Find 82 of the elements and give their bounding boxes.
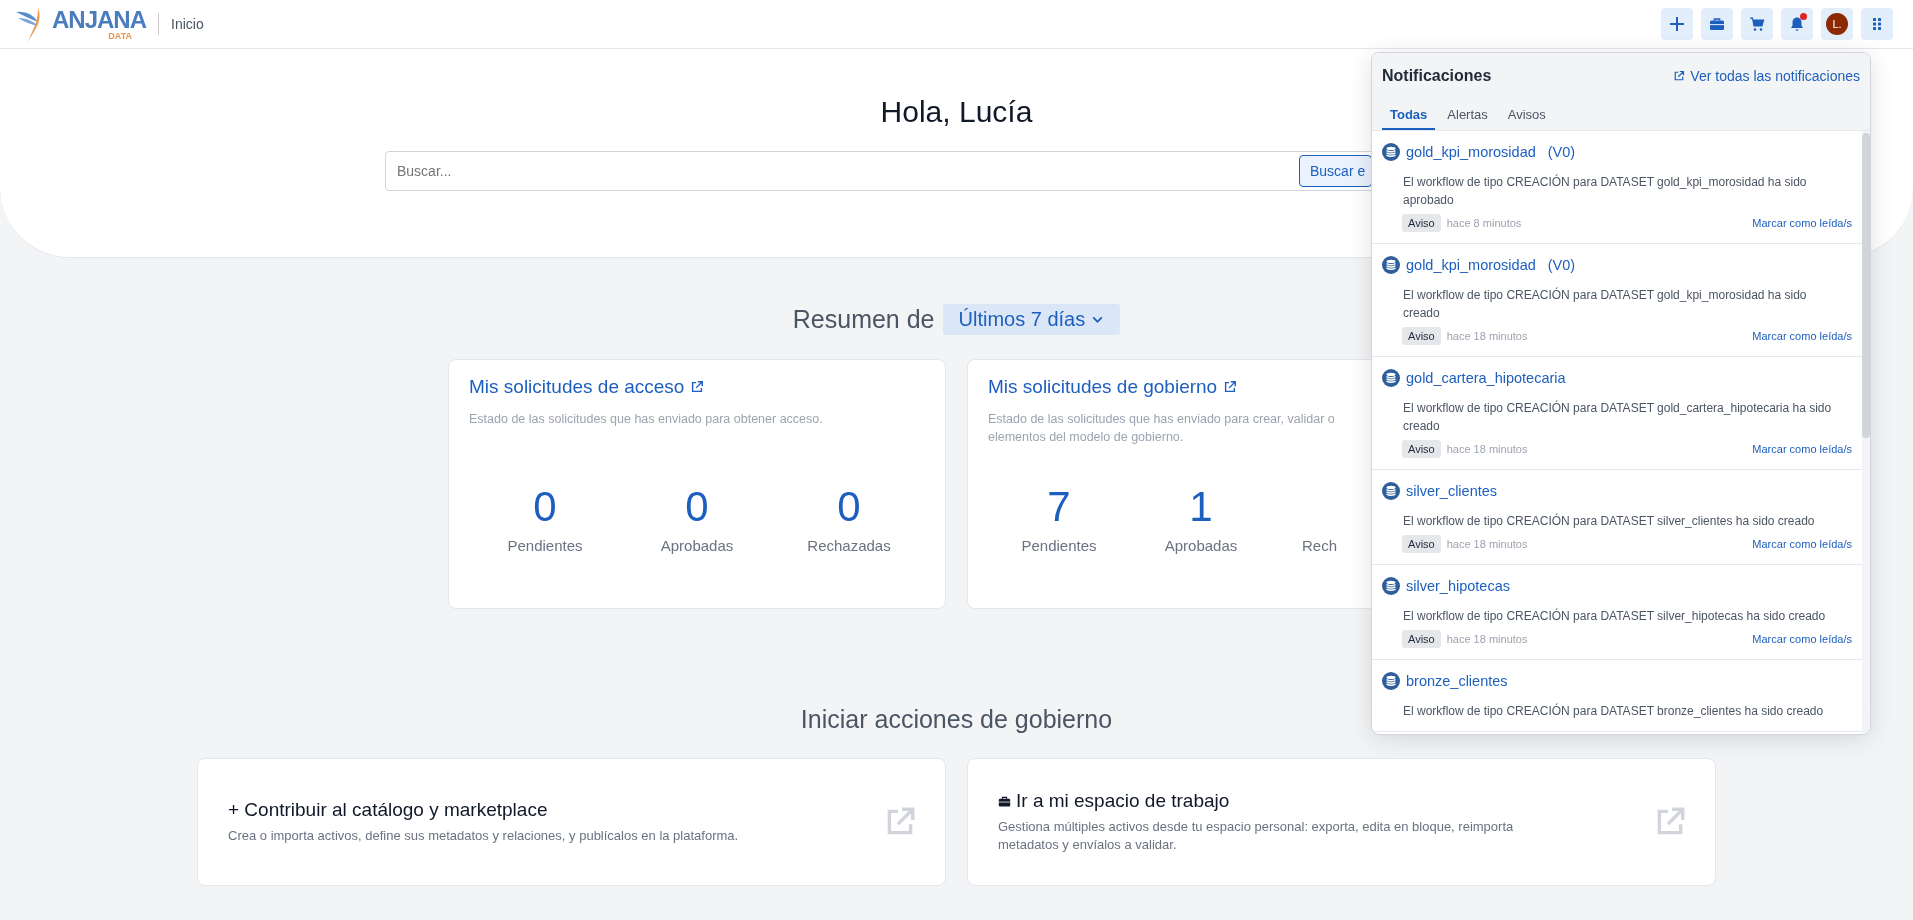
stat-label: Rech	[1302, 537, 1338, 554]
notification-message: El workflow de tipo CREACIÓN para DATASET gold_kpi_morosidad ha sido creado	[1403, 286, 1808, 322]
stat-count: 7	[1047, 483, 1071, 531]
panel-title: Notificaciones	[1382, 67, 1492, 85]
card-title-link[interactable]: Mis solicitudes de acceso	[469, 376, 685, 398]
user-avatar[interactable]: L.	[1821, 8, 1853, 40]
plus-icon	[1669, 16, 1685, 32]
page-title: Inicio	[171, 16, 204, 32]
action-title: Ir a mi espacio de trabajo	[1016, 790, 1230, 812]
tab[interactable]: Alertas	[1439, 103, 1496, 130]
cart-icon	[1749, 16, 1765, 32]
stat-count: 0	[533, 483, 557, 531]
mark-read-link[interactable]: Marcar como leída/s	[1752, 538, 1852, 550]
type-badge: Aviso	[1402, 630, 1441, 648]
stat-label: Aprobadas	[660, 537, 734, 554]
notification-title[interactable]: gold_cartera_hipotecaria	[1406, 370, 1566, 386]
type-badge: Aviso	[1402, 214, 1441, 232]
database-icon	[1382, 577, 1400, 595]
action-title: + Contribuir al catálogo y marketplace	[228, 799, 548, 821]
type-badge: Aviso	[1402, 535, 1441, 553]
notification-title[interactable]: silver_clientes	[1406, 483, 1498, 499]
logo-subtitle: DATA	[108, 31, 132, 41]
tab[interactable]: Avisos	[1499, 103, 1554, 130]
notification-message: El workflow de tipo CREACIÓN para DATASET silver_clientes ha sido creado	[1403, 512, 1816, 530]
action-description: Crea o importa activos, define sus metadatos y relaciones, y publícalos en la plataforma.	[228, 827, 740, 845]
database-icon	[1382, 482, 1400, 500]
cart-button[interactable]	[1741, 8, 1773, 40]
briefcase-icon	[998, 794, 1011, 808]
timestamp: hace 18 minutos	[1446, 330, 1528, 342]
tab[interactable]: Todas	[1382, 103, 1436, 130]
section-title: Iniciar acciones de gobierno	[800, 705, 1113, 734]
briefcase-icon	[1709, 16, 1725, 32]
period-dropdown[interactable]: Últimos 7 días	[942, 304, 1121, 335]
summary-label: Resumen de	[792, 305, 935, 334]
add-button[interactable]	[1661, 8, 1693, 40]
action-card[interactable]: Ir a mi espacio de trabajo Gestiona múltiples activos desde tu espacio personal: exporta, edita en bloque, reimporta metadatos y envíalos a validar.	[967, 758, 1716, 886]
mark-read-link[interactable]: Marcar como leída/s	[1752, 633, 1852, 645]
external-link-icon	[1673, 70, 1686, 82]
timestamp: hace 18 minutos	[1446, 538, 1528, 550]
notifications-button[interactable]	[1781, 8, 1813, 40]
action-card[interactable]: + Contribuir al catálogo y marketplace Crea o importa activos, define sus metadatos y relaciones, y publícalos en la plataforma.	[197, 758, 946, 886]
card-description: Estado de las solicitudes que has enviado para obtener acceso.	[469, 411, 823, 428]
action-description: Gestiona múltiples activos desde tu espacio personal: exporta, edita en bloque, reimporta metadatos y envíalos a validar.	[998, 818, 1515, 854]
stat-count: 0	[837, 483, 861, 531]
mark-read-link[interactable]: Marcar como leída/s	[1752, 217, 1852, 229]
timestamp: hace 18 minutos	[1446, 443, 1528, 455]
stat-count: 1	[1189, 483, 1213, 531]
stat-label: Rechazadas	[807, 537, 891, 554]
version-label: (V0)	[1547, 144, 1576, 160]
stat-count: 0	[685, 483, 709, 531]
scrollbar-thumb[interactable]	[1862, 133, 1870, 438]
notification-message: El workflow de tipo CREACIÓN para DATASET silver_hipotecas ha sido creado	[1403, 607, 1827, 625]
notification-message: El workflow de tipo CREACIÓN para DATASET bronze_clientes ha sido creado	[1403, 702, 1825, 720]
workspace-button[interactable]	[1701, 8, 1733, 40]
external-link-icon	[1223, 380, 1238, 394]
apps-menu-button[interactable]	[1861, 8, 1893, 40]
timestamp: hace 8 minutos	[1446, 217, 1522, 229]
notification-message: El workflow de tipo CREACIÓN para DATASET gold_cartera_hipotecaria ha sido creado	[1403, 399, 1833, 435]
notification-title[interactable]: silver_hipotecas	[1406, 578, 1510, 594]
bell-icon	[1789, 16, 1805, 32]
mark-read-link[interactable]: Marcar como leída/s	[1752, 443, 1852, 455]
database-icon	[1382, 256, 1400, 274]
card-description: Estado de las solicitudes que has enviado para crear, validar o elementos del modelo de gobierno.	[988, 411, 1335, 446]
database-icon	[1382, 672, 1400, 690]
database-icon	[1382, 143, 1400, 161]
database-icon	[1382, 369, 1400, 387]
notification-title[interactable]: gold_kpi_morosidad	[1406, 257, 1536, 273]
logo-name: ANJANA	[52, 7, 146, 32]
stat-label: Aprobadas	[1164, 537, 1238, 554]
stat-label: Pendientes	[1021, 537, 1097, 554]
view-all-link[interactable]: Ver todas las notificaciones	[1673, 68, 1860, 84]
greeting: Hola, Lucía	[880, 95, 1033, 129]
version-label: (V0)	[1547, 257, 1576, 273]
card-title-link[interactable]: Mis solicitudes de gobierno	[988, 376, 1218, 398]
external-link-icon	[690, 380, 705, 394]
notification-title[interactable]: bronze_clientes	[1406, 673, 1508, 689]
mark-read-link[interactable]: Marcar como leída/s	[1752, 330, 1852, 342]
search-button[interactable]: Buscar e	[1299, 155, 1373, 187]
type-badge: Aviso	[1402, 440, 1441, 458]
type-badge: Aviso	[1402, 327, 1441, 345]
stat-label: Pendientes	[507, 537, 583, 554]
timestamp: hace 18 minutos	[1446, 633, 1528, 645]
